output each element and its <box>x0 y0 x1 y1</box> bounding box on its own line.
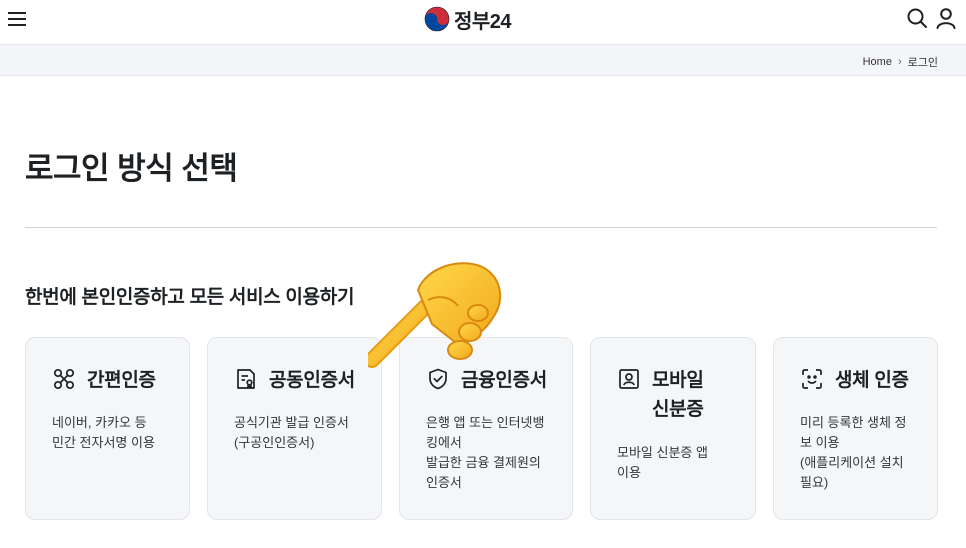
chevron-right-icon: › <box>897 56 902 68</box>
card-description: 공식기관 발급 인증서 (구공인인증서) <box>234 415 349 450</box>
card-description: 모바일 신분증 앱 이용 <box>617 445 708 480</box>
logo-text: 정부24 <box>454 10 512 33</box>
breadcrumb-bar: Home › 로그인 <box>0 44 966 76</box>
card-title: 생체 인증 <box>835 370 909 391</box>
card-mobile-id[interactable]: 모바일 신분증 모바일 신분증 앱 이용 <box>590 337 756 520</box>
card-description: 네이버, 카카오 등 민간 전자서명 이용 <box>52 415 155 450</box>
card-title: 공동인증서 <box>269 370 355 391</box>
breadcrumb: Home › 로그인 <box>863 54 938 70</box>
section-subtitle: 한번에 본인인증하고 모든 서비스 이용하기 <box>25 287 355 308</box>
card-description: 은행 앱 또는 인터넷뱅 킹에서 발급한 금융 결제원의 인증서 <box>426 415 545 490</box>
taegeuk-logo-icon <box>424 6 450 32</box>
card-header: 공동인증서 <box>234 366 355 395</box>
user-icon[interactable] <box>935 7 957 29</box>
card-description: 미리 등록한 생체 정 보 이용 (애플리케이션 설치 필요) <box>800 415 907 490</box>
card-header: 모바일 신분증 <box>617 366 704 424</box>
page-title: 로그인 방식 선택 <box>25 151 238 186</box>
breadcrumb-current: 로그인 <box>907 57 938 69</box>
card-simple-auth[interactable]: 간편인증 네이버, 카카오 등 민간 전자서명 이용 <box>25 337 190 520</box>
card-title: 금융인증서 <box>461 370 547 391</box>
card-header: 금융인증서 <box>426 366 547 395</box>
pointing-hand-icon <box>368 262 502 368</box>
site-logo[interactable]: 정부24 <box>424 5 512 33</box>
card-header: 생체 인증 <box>800 366 909 395</box>
card-title: 간편인증 <box>87 370 156 391</box>
breadcrumb-home[interactable]: Home <box>863 56 892 68</box>
certificate-icon <box>237 369 255 390</box>
id-card-icon <box>619 369 639 389</box>
title-divider <box>25 227 937 228</box>
card-title: 모바일 신분증 <box>652 370 704 420</box>
card-header: 간편인증 <box>52 366 156 395</box>
face-scan-icon <box>802 369 822 389</box>
card-joint-certificate[interactable]: 공동인증서 공식기관 발급 인증서 (구공인인증서) <box>207 337 382 520</box>
network-nodes-icon <box>53 368 75 390</box>
shield-check-icon <box>429 368 447 390</box>
menu-icon[interactable] <box>8 11 26 27</box>
top-header: 정부24 <box>0 0 966 44</box>
search-icon[interactable] <box>906 7 928 29</box>
card-biometric-auth[interactable]: 생체 인증 미리 등록한 생체 정 보 이용 (애플리케이션 설치 필요) <box>773 337 938 520</box>
